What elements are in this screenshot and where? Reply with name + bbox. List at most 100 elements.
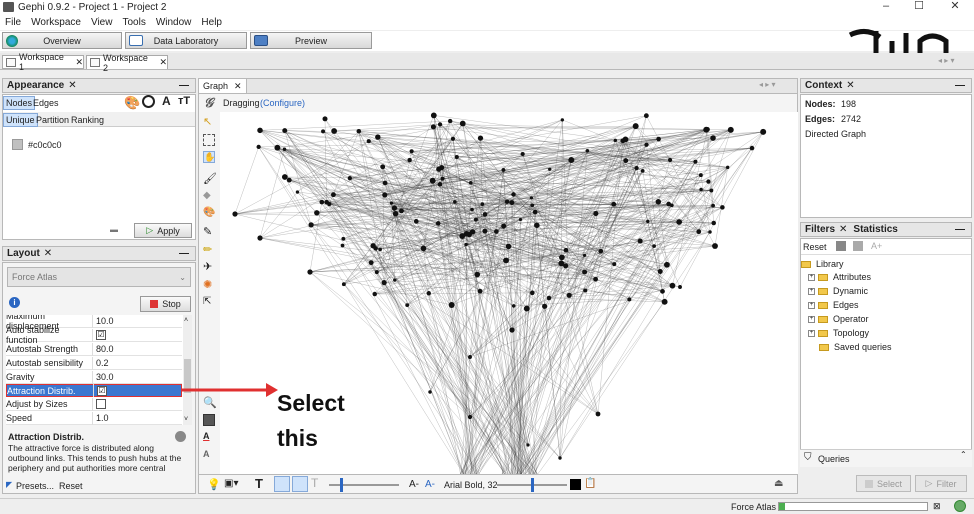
graph-node[interactable] — [257, 235, 263, 241]
graph-node[interactable] — [347, 176, 352, 181]
graph-node[interactable] — [632, 123, 639, 130]
apply-button[interactable]: ▷ Apply — [134, 223, 192, 238]
scroll-down-icon[interactable]: ˅ — [184, 416, 188, 423]
graph-node[interactable] — [430, 112, 437, 119]
prop-value[interactable]: 30.0 — [92, 370, 182, 384]
expand-toolbar-icon[interactable]: ⏏ — [774, 478, 783, 489]
graph-node[interactable] — [295, 190, 300, 194]
filter-remove-icon[interactable] — [853, 241, 863, 251]
graph-node[interactable] — [661, 298, 668, 305]
appearance-minimize-icon[interactable]: — — [179, 80, 189, 91]
graph-node[interactable] — [314, 210, 320, 216]
graph-node[interactable] — [467, 414, 473, 420]
graph-node[interactable] — [504, 199, 510, 204]
graph-node[interactable] — [505, 243, 512, 250]
data-laboratory-button[interactable]: Data Laboratory — [125, 32, 247, 49]
expand-icon[interactable]: + — [808, 315, 815, 323]
graph-node[interactable] — [450, 136, 456, 141]
checkbox[interactable]: ☑ — [97, 385, 107, 396]
graph-node[interactable] — [613, 138, 618, 143]
graph-node[interactable] — [593, 276, 598, 282]
font-label[interactable]: Arial Bold, 32 — [444, 480, 498, 490]
menu-help[interactable]: Help — [196, 17, 227, 28]
graph-node[interactable] — [274, 144, 281, 151]
close-tab-icon[interactable]: ✕ — [159, 57, 167, 68]
graph-node[interactable] — [477, 288, 483, 294]
graph-node[interactable] — [307, 269, 313, 275]
graph-node[interactable] — [749, 145, 755, 151]
layout-algorithm-select[interactable]: Force Atlas ⌄ — [7, 267, 191, 287]
graph-node[interactable] — [340, 243, 345, 248]
graph-node[interactable] — [372, 291, 377, 297]
graph-node[interactable] — [370, 243, 376, 249]
graph-node[interactable] — [727, 126, 734, 133]
attributes-icon[interactable]: 📋 — [584, 478, 596, 489]
drag-hand-icon[interactable]: ✋ — [203, 151, 215, 163]
reset-link[interactable]: Reset — [59, 481, 83, 491]
graph-node[interactable] — [709, 188, 714, 193]
graph-node[interactable] — [493, 229, 499, 234]
filters-minimize-icon[interactable]: — — [955, 224, 965, 235]
graph-node[interactable] — [374, 270, 379, 275]
graph-node[interactable] — [558, 456, 562, 460]
graph-node[interactable] — [660, 288, 665, 294]
edit-node-icon[interactable]: ⇱ — [203, 296, 215, 308]
tab-graph[interactable]: Graph ✕ — [199, 79, 247, 93]
screenshot-icon[interactable]: ▣▾ — [224, 478, 238, 489]
edge-color-icon[interactable] — [292, 476, 308, 492]
graph-node[interactable] — [468, 355, 472, 359]
graph-node[interactable] — [380, 164, 386, 170]
graph-node[interactable] — [520, 151, 525, 157]
cursor-select-icon[interactable]: ↖ — [203, 115, 215, 128]
pencil-icon[interactable]: ✎ — [203, 225, 215, 238]
prop-value[interactable]: ☑ — [93, 384, 181, 397]
info-icon[interactable]: i — [9, 297, 20, 308]
scroll-up-icon[interactable]: ˄ — [184, 317, 188, 324]
graph-node[interactable] — [232, 211, 238, 217]
graph-node[interactable] — [518, 217, 523, 222]
graph-node[interactable] — [643, 113, 649, 119]
graph-node[interactable] — [698, 173, 703, 178]
graph-node[interactable] — [523, 305, 530, 312]
graph-node[interactable] — [435, 221, 441, 226]
graph-node[interactable] — [611, 201, 617, 207]
graph-node[interactable] — [468, 181, 473, 185]
graph-node[interactable] — [341, 236, 346, 241]
graph-node[interactable] — [501, 167, 506, 172]
menu-window[interactable]: Window — [151, 17, 197, 28]
graph-node[interactable] — [407, 157, 412, 163]
tab-workspace-2[interactable]: Workspace 2 ✕ — [86, 53, 168, 73]
tab-filters[interactable]: Filters — [805, 224, 835, 235]
edge-scale-thumb[interactable] — [340, 478, 343, 492]
graph-node[interactable] — [640, 168, 645, 173]
graph-node[interactable] — [568, 157, 575, 163]
show-labels-icon[interactable]: T — [255, 476, 263, 491]
graph-node[interactable] — [459, 233, 466, 239]
graph-node[interactable] — [511, 304, 516, 308]
graph-node[interactable] — [480, 202, 485, 207]
graph-node[interactable] — [657, 268, 663, 274]
prop-row-autostab-sensibility[interactable]: Autostab sensibility 0.2 — [6, 356, 182, 370]
graph-node[interactable] — [426, 291, 431, 296]
graph-node[interactable] — [666, 201, 672, 207]
graph-node[interactable] — [324, 199, 329, 205]
graph-node[interactable] — [503, 257, 509, 264]
graph-node[interactable] — [321, 129, 326, 134]
menu-file[interactable]: File — [0, 17, 26, 28]
graph-node[interactable] — [382, 180, 388, 186]
context-close-icon[interactable]: ✕ — [846, 80, 854, 91]
label-color-tool-icon[interactable]: A — [203, 431, 215, 443]
auto-apply-icon[interactable]: ▬ — [110, 225, 118, 234]
prop-value[interactable]: 80.0 — [92, 342, 182, 356]
graph-node[interactable] — [286, 177, 292, 183]
tab-edges[interactable]: Edges — [31, 96, 61, 110]
graph-node[interactable] — [257, 127, 263, 134]
graph-node[interactable] — [430, 124, 437, 130]
graph-node[interactable] — [612, 262, 617, 267]
graph-node[interactable] — [420, 245, 427, 252]
graph-node[interactable] — [511, 192, 516, 197]
prop-row-gravity[interactable]: Gravity 30.0 — [6, 370, 182, 384]
context-minimize-icon[interactable]: — — [955, 80, 965, 91]
graph-node[interactable] — [595, 411, 601, 417]
graph-node[interactable] — [482, 228, 488, 234]
